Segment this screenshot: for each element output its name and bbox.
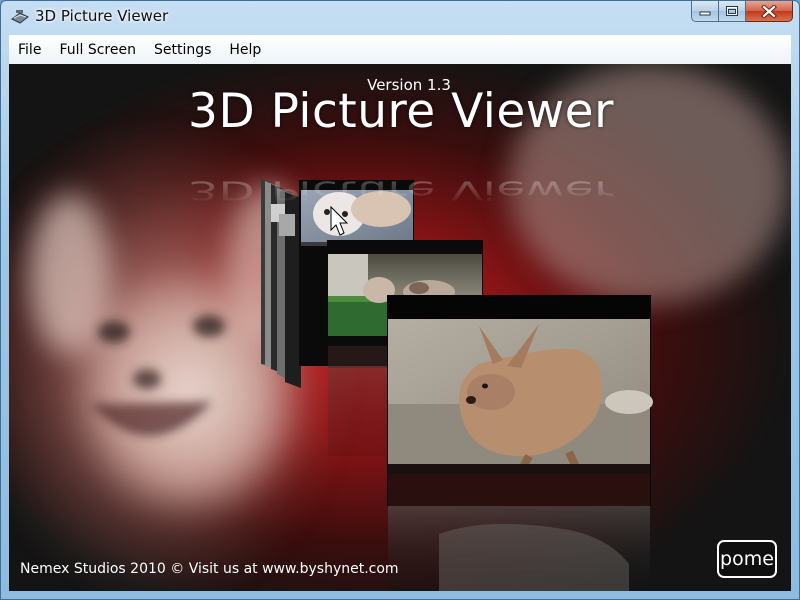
- maximize-button[interactable]: [719, 1, 746, 22]
- window-title: 3D Picture Viewer: [35, 7, 169, 25]
- pome-button[interactable]: pome: [717, 540, 777, 578]
- photo-card-kangaroo-reflection: [388, 506, 650, 591]
- app-title: 3D Picture Viewer: [188, 84, 614, 139]
- minimize-button[interactable]: [691, 1, 719, 22]
- menu-full-screen[interactable]: Full Screen: [50, 42, 145, 58]
- minimize-icon: [699, 11, 711, 16]
- menu-bar: File Full Screen Settings Help: [9, 35, 791, 65]
- close-button[interactable]: [746, 1, 793, 22]
- app-window: 3D Picture Viewer File Full Screen Setti…: [0, 0, 800, 600]
- menu-file[interactable]: File: [9, 42, 50, 58]
- title-bar[interactable]: 3D Picture Viewer: [1, 1, 799, 33]
- photo-card-cat-reflection: [328, 366, 388, 456]
- app-icon: [11, 10, 29, 24]
- photo-scene[interactable]: [9, 64, 791, 591]
- menu-help[interactable]: Help: [220, 42, 270, 58]
- photo-card-kangaroo[interactable]: [387, 295, 653, 506]
- maximize-icon: [726, 6, 738, 16]
- distant-photo-stack: [261, 179, 301, 388]
- footer-credits[interactable]: Nemex Studios 2010 © Visit us at www.bys…: [20, 561, 399, 577]
- close-icon: [761, 4, 777, 18]
- caption-buttons: [691, 1, 793, 23]
- viewer-area[interactable]: Version 1.3 3D Picture Viewer 3D Picture…: [9, 64, 791, 591]
- menu-settings[interactable]: Settings: [145, 42, 220, 58]
